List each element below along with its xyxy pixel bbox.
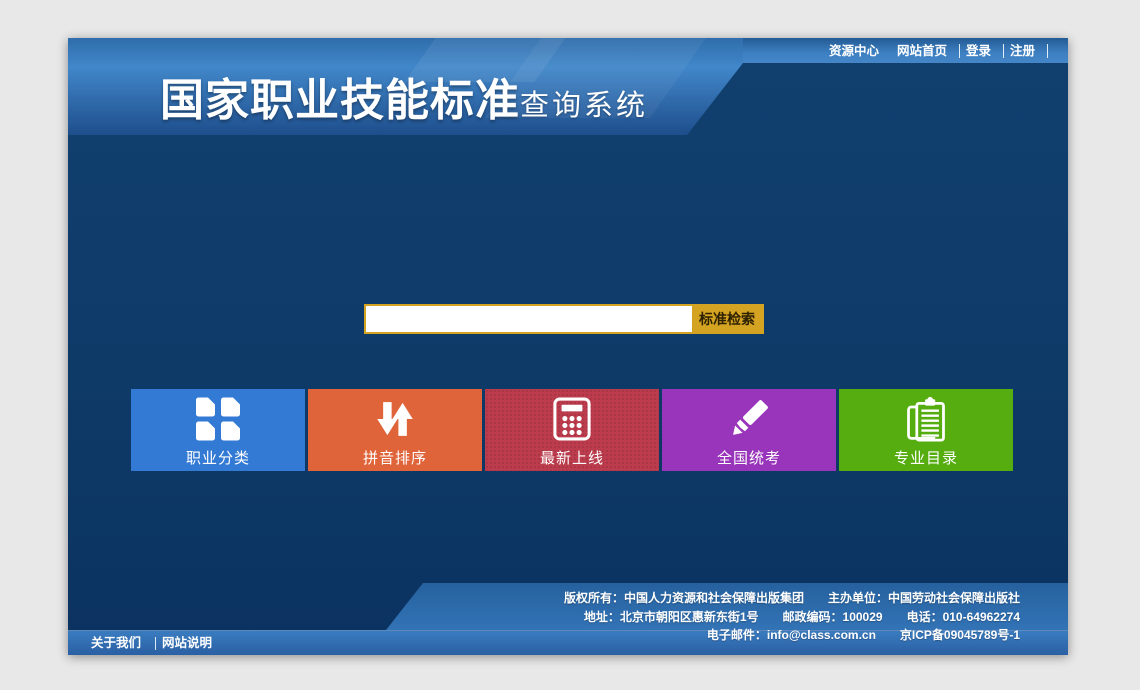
site-title: 国家职业技能标准查询系统 <box>160 64 648 128</box>
footer-link-about-us[interactable]: 关于我们 <box>85 637 156 650</box>
footer-line-1: 版权所有：中国人力资源和社会保障出版集团 主办单位：中国劳动社会保障出版社 <box>564 589 1020 608</box>
nav-register[interactable]: 注册 <box>1004 44 1048 58</box>
tile-major-catalog[interactable]: 专业目录 <box>839 389 1013 471</box>
tile-label: 全国统考 <box>717 447 781 468</box>
tile-label: 专业目录 <box>894 447 958 468</box>
footer-line-3: 电子邮件：info@class.com.cn 京ICP备09045789号-1 <box>564 626 1020 645</box>
tile-newly-launched[interactable]: 最新上线 <box>485 389 659 471</box>
tile-label: 职业分类 <box>186 447 250 468</box>
nav-login[interactable]: 登录 <box>960 44 1004 58</box>
category-tiles: 职业分类 拼音排序 <box>131 389 1017 471</box>
clipboard-icon <box>904 396 948 442</box>
search-input[interactable] <box>366 306 692 332</box>
nav-resource-center[interactable]: 资源中心 <box>823 44 891 58</box>
tile-label: 拼音排序 <box>363 447 427 468</box>
page-title-main: 国家职业技能标准 <box>160 64 520 128</box>
sort-arrows-icon <box>373 396 417 442</box>
tile-national-exam[interactable]: 全国统考 <box>662 389 836 471</box>
tile-occupation-classification[interactable]: 职业分类 <box>131 389 305 471</box>
tile-label: 最新上线 <box>540 447 604 468</box>
tile-pinyin-sort[interactable]: 拼音排序 <box>308 389 482 471</box>
calculator-icon <box>553 396 591 442</box>
documents-icon <box>195 396 241 442</box>
standard-search-button[interactable]: 标准检索 <box>692 306 762 332</box>
nav-site-home[interactable]: 网站首页 <box>891 44 960 58</box>
footer-copyright: 版权所有：中国人力资源和社会保障出版集团 主办单位：中国劳动社会保障出版社 地址… <box>564 589 1020 645</box>
search-bar: 标准检索 <box>364 304 764 334</box>
pencil-icon <box>726 396 772 442</box>
footer-line-2: 地址：北京市朝阳区惠新东街1号 邮政编码：100029 电话：010-64962… <box>564 608 1020 627</box>
footer-link-site-info[interactable]: 网站说明 <box>156 637 226 650</box>
main-window: 资源中心 网站首页 登录 注册 国家职业技能标准查询系统 标准检索 <box>68 38 1068 655</box>
page-title-sub: 查询系统 <box>520 82 648 124</box>
